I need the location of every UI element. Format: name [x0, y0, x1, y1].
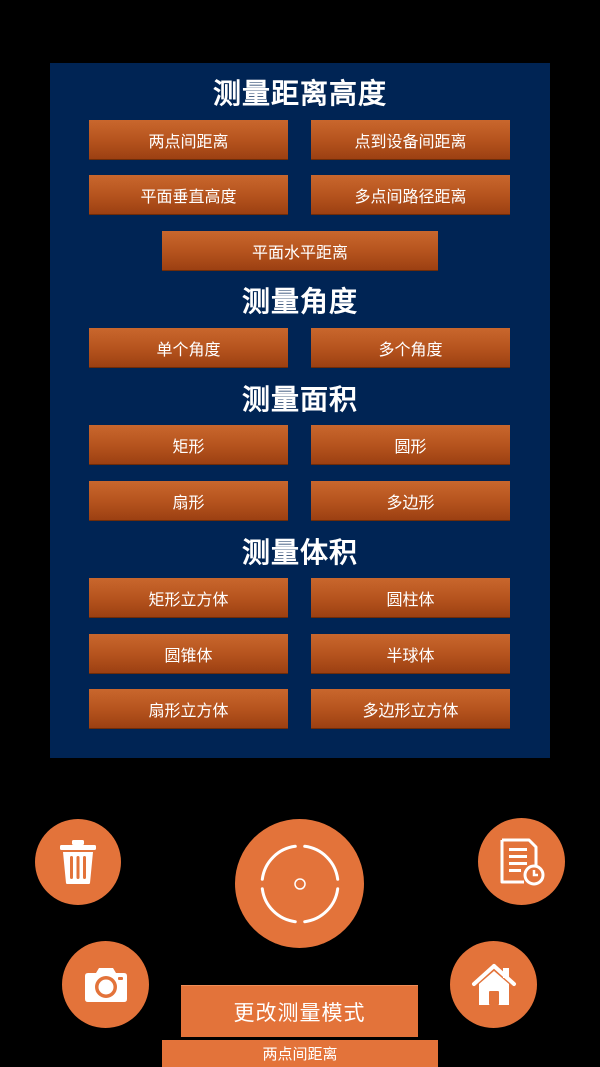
section-title-volume: 测量体积	[241, 536, 358, 569]
crosshair-icon	[260, 844, 339, 923]
section-title-angle: 测量角度	[241, 285, 358, 318]
camera-button[interactable]	[62, 941, 149, 1028]
btn-single-angle[interactable]: 单个角度	[89, 328, 288, 368]
app-screen: 测量距离高度 两点间距离 点到设备间距离 平面垂直高度 多点间路径距离 平面水平…	[0, 0, 600, 1067]
document-clock-icon	[500, 838, 544, 885]
btn-circle[interactable]: 圆形	[311, 425, 510, 465]
btn-cylinder[interactable]: 圆柱体	[311, 578, 510, 618]
camera-icon	[84, 967, 127, 1002]
btn-hemisphere[interactable]: 半球体	[311, 634, 510, 674]
btn-plane-horizontal-distance[interactable]: 平面水平距离	[162, 231, 438, 271]
btn-cone[interactable]: 圆锥体	[89, 634, 288, 674]
measure-mode-panel: 测量距离高度 两点间距离 点到设备间距离 平面垂直高度 多点间路径距离 平面水平…	[50, 63, 550, 758]
btn-plane-vertical-height[interactable]: 平面垂直高度	[89, 175, 288, 215]
current-mode-label: 两点间距离	[162, 1040, 438, 1067]
delete-button[interactable]	[35, 819, 121, 905]
btn-polygon[interactable]: 多边形	[311, 481, 510, 521]
btn-multiple-angles[interactable]: 多个角度	[311, 328, 510, 368]
home-icon	[471, 963, 516, 1005]
btn-point-to-device-distance[interactable]: 点到设备间距离	[311, 120, 510, 160]
home-button[interactable]	[450, 941, 537, 1028]
btn-sector-prism[interactable]: 扇形立方体	[89, 689, 288, 729]
btn-rectangular-cuboid[interactable]: 矩形立方体	[89, 578, 288, 618]
section-title-distance: 测量距离高度	[212, 77, 387, 110]
btn-sector[interactable]: 扇形	[89, 481, 288, 521]
capture-button[interactable]	[235, 819, 364, 948]
btn-polygon-prism[interactable]: 多边形立方体	[311, 689, 510, 729]
change-mode-button[interactable]: 更改测量模式	[181, 985, 418, 1037]
history-button[interactable]	[478, 818, 565, 905]
trash-icon	[60, 840, 96, 884]
btn-rectangle[interactable]: 矩形	[89, 425, 288, 465]
btn-multipoint-path-distance[interactable]: 多点间路径距离	[311, 175, 510, 215]
section-title-area: 测量面积	[241, 383, 358, 416]
btn-two-point-distance[interactable]: 两点间距离	[89, 120, 288, 160]
